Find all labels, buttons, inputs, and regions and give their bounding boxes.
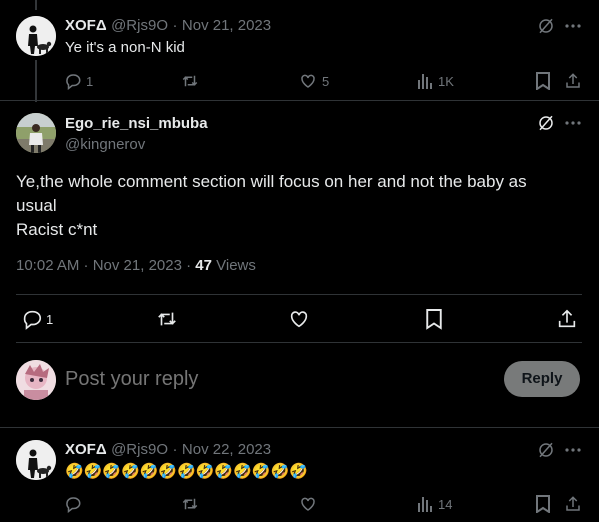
reply-post-1[interactable]: XOFΔ @Rjs9O · Nov 21, 2023 Ye it's a non… xyxy=(0,0,599,102)
bookmark-icon[interactable] xyxy=(535,72,551,90)
user-avatar[interactable] xyxy=(16,360,56,400)
post-date[interactable]: Nov 21, 2023 xyxy=(182,17,271,34)
display-name[interactable]: XOFΔ xyxy=(65,17,107,34)
retweet-icon[interactable] xyxy=(155,308,179,330)
display-name[interactable]: XOFΔ xyxy=(65,441,107,458)
share-icon[interactable] xyxy=(564,495,582,513)
handle[interactable]: @kingnerov xyxy=(65,136,145,153)
thread-line xyxy=(35,60,37,102)
retweet-icon xyxy=(180,72,200,90)
views-count: 47 xyxy=(195,257,212,274)
like-icon[interactable] xyxy=(299,495,317,513)
post-date[interactable]: Nov 22, 2023 xyxy=(182,441,271,458)
reply-composer: Reply xyxy=(0,343,599,427)
bookmark-icon[interactable] xyxy=(425,308,443,330)
retweet-icon[interactable] xyxy=(180,495,200,513)
avatar[interactable] xyxy=(16,440,56,480)
grok-icon[interactable] xyxy=(537,17,555,35)
reply-action[interactable]: 1 xyxy=(64,72,93,90)
post-text-line: Ye,the whole comment section will focus … xyxy=(16,172,527,191)
share-icon[interactable] xyxy=(556,308,578,330)
reply-input[interactable] xyxy=(65,365,395,393)
handle[interactable]: @Rjs9O xyxy=(111,441,168,458)
views-label: Views xyxy=(216,257,256,274)
reply-count: 1 xyxy=(46,311,54,327)
grok-icon[interactable] xyxy=(537,441,555,459)
separator: · xyxy=(172,17,178,34)
like-icon xyxy=(299,72,317,90)
avatar[interactable] xyxy=(16,16,56,56)
post-timestamp[interactable]: 10:02 AM · Nov 21, 2023 · xyxy=(16,257,191,274)
post-text: Ye,the whole comment section will focus … xyxy=(16,170,586,242)
reply-post-2[interactable]: XOFΔ @Rjs9O · Nov 22, 2023 🤣🤣🤣🤣🤣🤣🤣🤣🤣🤣🤣🤣🤣… xyxy=(0,428,599,522)
retweet-action[interactable] xyxy=(180,72,200,90)
reply-count: 1 xyxy=(86,73,94,89)
like-icon[interactable] xyxy=(288,308,310,330)
display-name[interactable]: Ego_rie_nsi_mbuba xyxy=(65,115,208,132)
bookmark-icon[interactable] xyxy=(535,495,551,513)
reply-icon xyxy=(64,72,82,90)
reply-icon[interactable] xyxy=(64,495,82,513)
views-icon xyxy=(417,495,433,513)
separator: · xyxy=(172,441,178,458)
more-icon[interactable] xyxy=(565,441,581,459)
post-text: 🤣🤣🤣🤣🤣🤣🤣🤣🤣🤣🤣🤣🤣 xyxy=(65,463,308,480)
views-action[interactable]: 1K xyxy=(417,72,454,90)
post-text-line: usual xyxy=(16,196,57,215)
divider xyxy=(16,294,582,295)
reply-button[interactable]: Reply xyxy=(504,361,580,397)
more-icon[interactable] xyxy=(565,114,581,132)
views-count: 1K xyxy=(438,73,454,89)
reply-icon xyxy=(21,308,43,330)
like-action[interactable]: 5 xyxy=(299,72,329,90)
more-icon[interactable] xyxy=(565,17,581,35)
reply-action[interactable]: 1 xyxy=(21,308,53,330)
views-icon xyxy=(417,72,433,90)
views-action[interactable]: 14 xyxy=(417,495,452,513)
share-icon[interactable] xyxy=(564,72,582,90)
views-count: 14 xyxy=(438,496,453,512)
avatar[interactable] xyxy=(16,113,56,153)
post-text: Ye it's a non-N kid xyxy=(65,39,185,56)
grok-icon[interactable] xyxy=(537,114,555,132)
post-text-line: Racist c*nt xyxy=(16,220,98,239)
handle[interactable]: @Rjs9O xyxy=(111,17,168,34)
like-count: 5 xyxy=(322,73,330,89)
main-post: Ego_rie_nsi_mbuba @kingnerov Ye,the whol… xyxy=(0,101,599,341)
